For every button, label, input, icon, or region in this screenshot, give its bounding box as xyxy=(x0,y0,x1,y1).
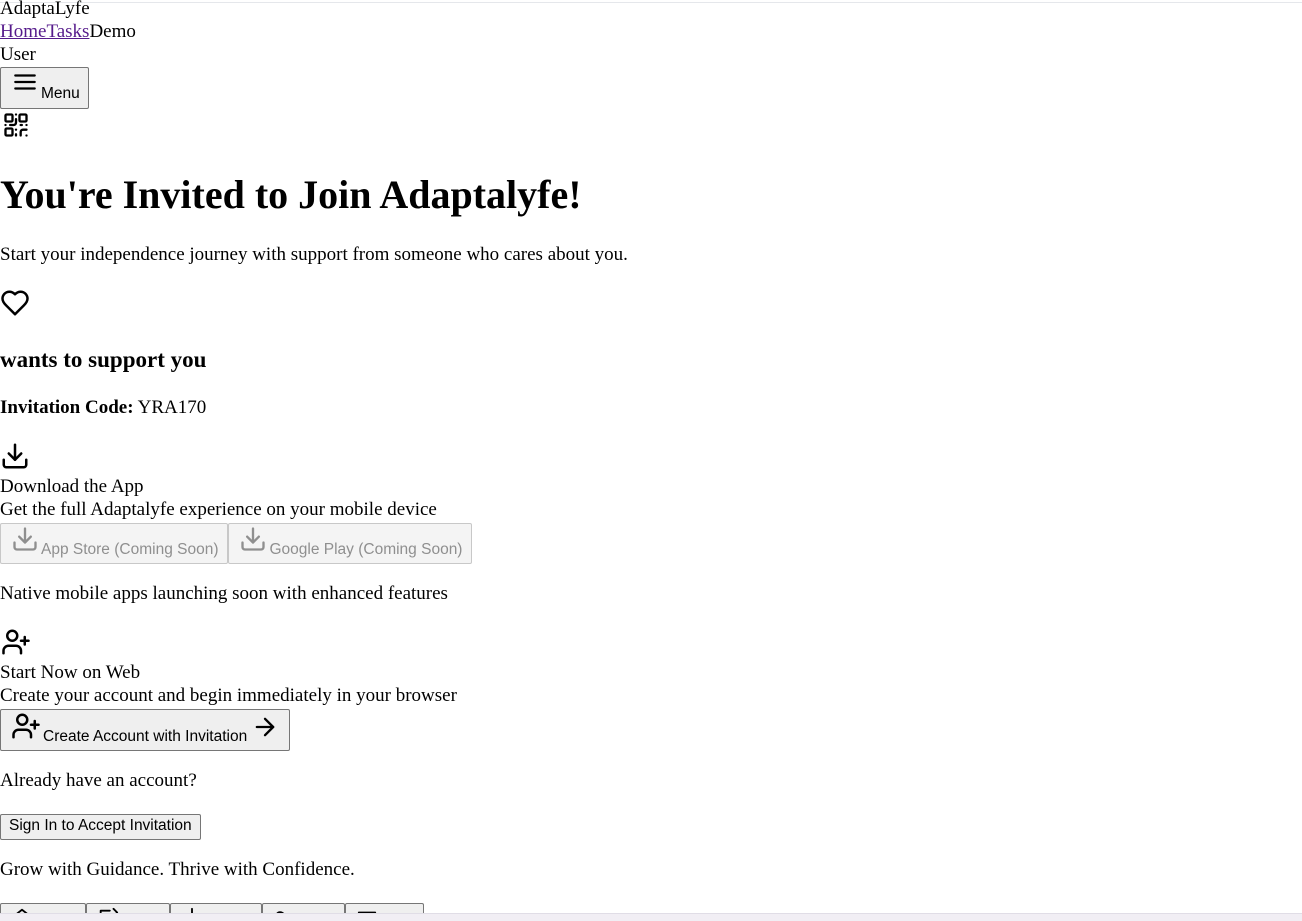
sign-in-button[interactable]: Sign In to Accept Invitation xyxy=(0,814,201,840)
web-description: Create your account and begin immediatel… xyxy=(0,685,457,706)
google-play-button[interactable]: Google Play (Coming Soon) xyxy=(228,523,473,564)
tagline: Grow with Guidance. Thrive with Confiden… xyxy=(0,859,355,880)
download-icon xyxy=(2,443,28,469)
google-play-button-label: Google Play (Coming Soon) xyxy=(269,541,463,558)
nav-link-tasks[interactable]: Tasks xyxy=(46,21,89,42)
invitation-code: Invitation Code: YRA170 xyxy=(0,397,206,420)
menu-button-label: Menu xyxy=(41,85,80,102)
download-description: Get the full Adaptalyfe experience on yo… xyxy=(0,499,437,520)
download-icon xyxy=(13,527,37,551)
app-store-button-label: App Store (Coming Soon) xyxy=(41,541,219,558)
main-nav: HomeTasksDemo xyxy=(0,21,136,44)
support-heading: wants to support you xyxy=(0,347,207,372)
invitation-code-value: YRA170 xyxy=(137,397,207,418)
top-border xyxy=(0,0,1302,3)
sign-in-button-label: Sign In to Accept Invitation xyxy=(9,817,192,834)
download-icon xyxy=(241,527,266,551)
demo-label: Demo xyxy=(89,21,136,42)
qr-code-icon xyxy=(4,113,28,137)
nav-link-home[interactable]: Home xyxy=(0,21,46,42)
web-title: Start Now on Web xyxy=(0,662,141,683)
arrow-right-icon xyxy=(255,717,275,737)
user-plus-icon xyxy=(2,629,30,655)
hamburger-icon xyxy=(14,74,36,90)
user-plus-icon xyxy=(12,713,40,739)
signin-prompt: Already have an account? xyxy=(0,770,197,791)
invitation-code-label: Invitation Code: xyxy=(0,397,134,418)
page-title: You're Invited to Join Adaptalyfe! xyxy=(0,172,582,217)
download-title: Download the App xyxy=(0,476,144,497)
page-subtitle: Start your independence journey with sup… xyxy=(0,244,628,265)
heart-icon xyxy=(1,290,29,316)
user-label: User xyxy=(0,44,36,65)
download-note: Native mobile apps launching soon with e… xyxy=(0,583,448,604)
brand-name: AdaptaLyfe xyxy=(0,0,90,19)
menu-button[interactable]: Menu xyxy=(0,67,89,109)
app-store-button[interactable]: App Store (Coming Soon) xyxy=(0,523,229,564)
app-store-buttons: App Store (Coming Soon) Google Play (Com… xyxy=(0,523,473,564)
create-account-button[interactable]: Create Account with Invitation xyxy=(0,709,291,751)
create-account-button-label: Create Account with Invitation xyxy=(43,728,248,745)
